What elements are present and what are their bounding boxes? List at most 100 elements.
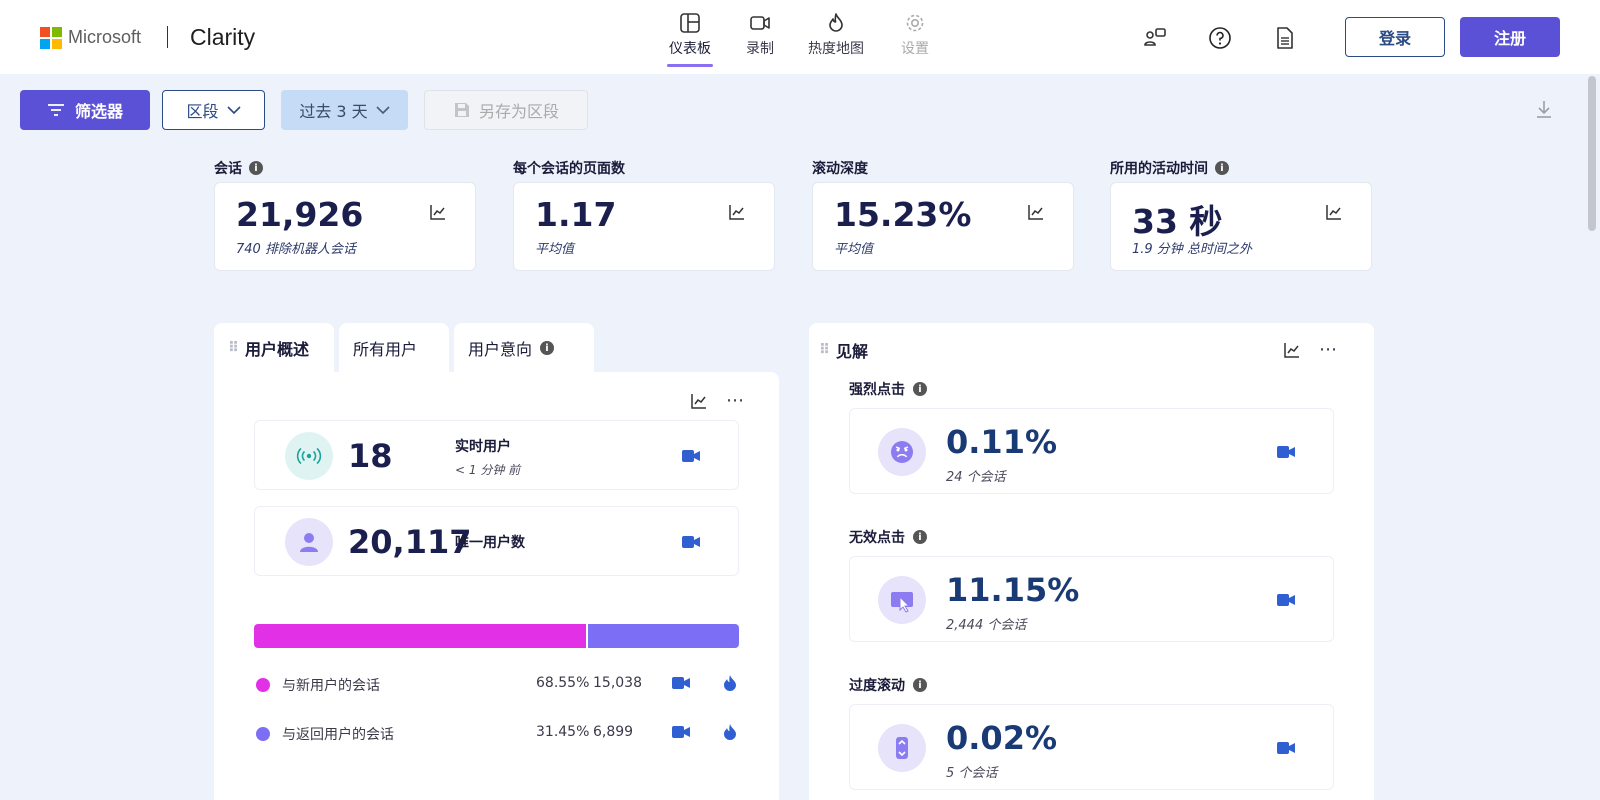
nav-settings[interactable]: 设置 (901, 12, 929, 58)
metric-sub: 平均值 (834, 242, 874, 257)
legend-row-returning-users: 与返回用户的会话 31.45% 6,899 (256, 723, 736, 745)
date-range-dropdown[interactable]: 过去 3 天 (281, 90, 408, 130)
legend-percent: 31.45% (536, 724, 590, 740)
login-button[interactable]: 登录 (1345, 17, 1445, 57)
signup-button[interactable]: 注册 (1460, 17, 1560, 57)
more-options-icon[interactable]: ⋯ (726, 390, 745, 411)
legend-percent: 68.55% (536, 675, 590, 691)
video-icon (750, 16, 770, 30)
insight-card-dead-clicks[interactable]: 11.15% 2,444 个会话 (849, 556, 1334, 642)
nav-dashboard[interactable]: 仪表板 (667, 12, 713, 67)
insights-panel: ⠿ 见解 ⋯ 强烈点击 i 0.11% 24 个会话 无效点击 i 11.15%… (809, 323, 1374, 800)
drag-handle-icon[interactable]: ⠿ (228, 340, 239, 356)
tab-label: 用户意向 (468, 340, 533, 359)
nav-dashboard-label: 仪表板 (669, 41, 711, 57)
trend-chart-icon[interactable] (1027, 203, 1045, 221)
filter-icon (47, 104, 64, 116)
metric-sessions-label: 会话 i (214, 158, 263, 178)
product-name[interactable]: Clarity (190, 24, 255, 51)
scrollbar[interactable] (1588, 76, 1596, 231)
video-camera-icon[interactable] (1277, 741, 1295, 755)
info-icon[interactable]: i (540, 341, 555, 355)
legend-dot (256, 727, 270, 741)
nav-heatmaps[interactable]: 热度地图 (808, 12, 864, 58)
insights-title-text: 见解 (835, 342, 868, 361)
tab-user-overview[interactable]: ⠿ 用户概述 (214, 323, 334, 373)
user-icon (285, 518, 333, 566)
save-segment-button[interactable]: 另存为区段 (424, 90, 588, 130)
drag-handle-icon[interactable]: ⠿ (819, 342, 830, 358)
metric-label-text: 会话 (214, 161, 242, 177)
legend-row-new-users: 与新用户的会话 68.55% 15,038 (256, 674, 736, 696)
legend-count: 6,899 (593, 724, 634, 740)
metric-pages-label: 每个会话的页面数 (513, 158, 625, 178)
metric-card-scroll: 15.23% 平均值 (812, 182, 1074, 271)
live-signal-icon (285, 432, 333, 480)
trend-chart-icon[interactable] (429, 203, 447, 221)
info-icon[interactable]: i (1215, 161, 1229, 175)
insight-card-excessive-scroll[interactable]: 0.02% 5 个会话 (849, 704, 1334, 790)
video-camera-icon[interactable] (1277, 445, 1295, 459)
insight-dead-clicks-label: 无效点击 i (849, 527, 927, 547)
heatmap-flame-icon[interactable] (722, 723, 738, 741)
legend-dot (256, 678, 270, 692)
segment-label: 区段 (186, 102, 219, 121)
metric-label-text: 每个会话的页面数 (513, 161, 625, 177)
video-camera-icon[interactable] (672, 725, 690, 739)
segment-dropdown[interactable]: 区段 (162, 90, 265, 130)
legend-label: 与新用户的会话 (282, 678, 380, 694)
nav-settings-label: 设置 (901, 41, 929, 57)
video-camera-icon[interactable] (672, 676, 690, 690)
live-users-sub: < 1 分钟 前 (455, 463, 521, 477)
metric-label-text: 所用的活动时间 (1110, 161, 1208, 177)
more-options-icon[interactable]: ⋯ (1319, 339, 1338, 360)
new-users-segment[interactable] (254, 624, 587, 648)
gear-icon (906, 14, 924, 32)
trend-chart-icon[interactable] (1325, 203, 1343, 221)
insight-sub: 24 个会话 (946, 470, 1006, 485)
company-name: Microsoft (68, 27, 142, 47)
live-users-title: 实时用户 (455, 439, 511, 455)
insight-value: 0.11% (946, 423, 1058, 461)
tab-user-intent[interactable]: 用户意向 i (454, 323, 594, 373)
info-icon[interactable]: i (913, 678, 927, 692)
live-users-card: 18 实时用户 < 1 分钟 前 (254, 420, 739, 490)
heatmap-flame-icon[interactable] (722, 674, 738, 692)
insight-card-rage-clicks[interactable]: 0.11% 24 个会话 (849, 408, 1334, 494)
nav-recordings[interactable]: 录制 (746, 12, 774, 58)
date-range-label: 过去 3 天 (299, 102, 368, 121)
feedback-icon[interactable] (1143, 26, 1167, 50)
video-camera-icon[interactable] (682, 449, 700, 463)
info-icon[interactable]: i (913, 530, 927, 544)
info-icon[interactable]: i (913, 382, 927, 396)
heatmap-icon (829, 13, 843, 32)
nav-heatmaps-label: 热度地图 (808, 41, 864, 57)
download-icon[interactable] (1533, 98, 1555, 120)
returning-users-segment[interactable] (586, 624, 739, 648)
document-icon[interactable] (1273, 26, 1297, 50)
insight-label-text: 过度滚动 (849, 678, 905, 694)
save-icon (454, 103, 469, 117)
angry-face-icon (878, 428, 926, 476)
help-icon[interactable] (1208, 26, 1232, 50)
trend-chart-icon[interactable] (1283, 341, 1301, 359)
video-camera-icon[interactable] (1277, 593, 1295, 607)
filter-button[interactable]: 筛选器 (20, 90, 150, 130)
insight-sub: 2,444 个会话 (946, 618, 1027, 633)
insight-value: 0.02% (946, 719, 1058, 757)
info-icon[interactable]: i (249, 161, 263, 175)
metric-sub: 740 排除机器人会话 (236, 242, 356, 257)
video-camera-icon[interactable] (682, 535, 700, 549)
insight-sub: 5 个会话 (946, 766, 998, 781)
metric-card-time: 33 秒 1.9 分钟 总时间之外 (1110, 182, 1372, 271)
user-overview-panel: ⋯ 18 实时用户 < 1 分钟 前 20,117 唯一用户数 与新用户的会话 … (214, 372, 779, 800)
trend-chart-icon[interactable] (728, 203, 746, 221)
unique-users-title: 唯一用户数 (455, 535, 525, 551)
tab-all-users[interactable]: 所有用户 (339, 323, 449, 373)
microsoft-logo-icon (40, 27, 62, 49)
legend-label: 与返回用户的会话 (282, 727, 394, 743)
metric-card-pages: 1.17 平均值 (513, 182, 775, 271)
metric-value: 1.17 (535, 195, 617, 234)
metric-value: 33 秒 (1132, 202, 1223, 241)
trend-chart-icon[interactable] (690, 392, 708, 410)
